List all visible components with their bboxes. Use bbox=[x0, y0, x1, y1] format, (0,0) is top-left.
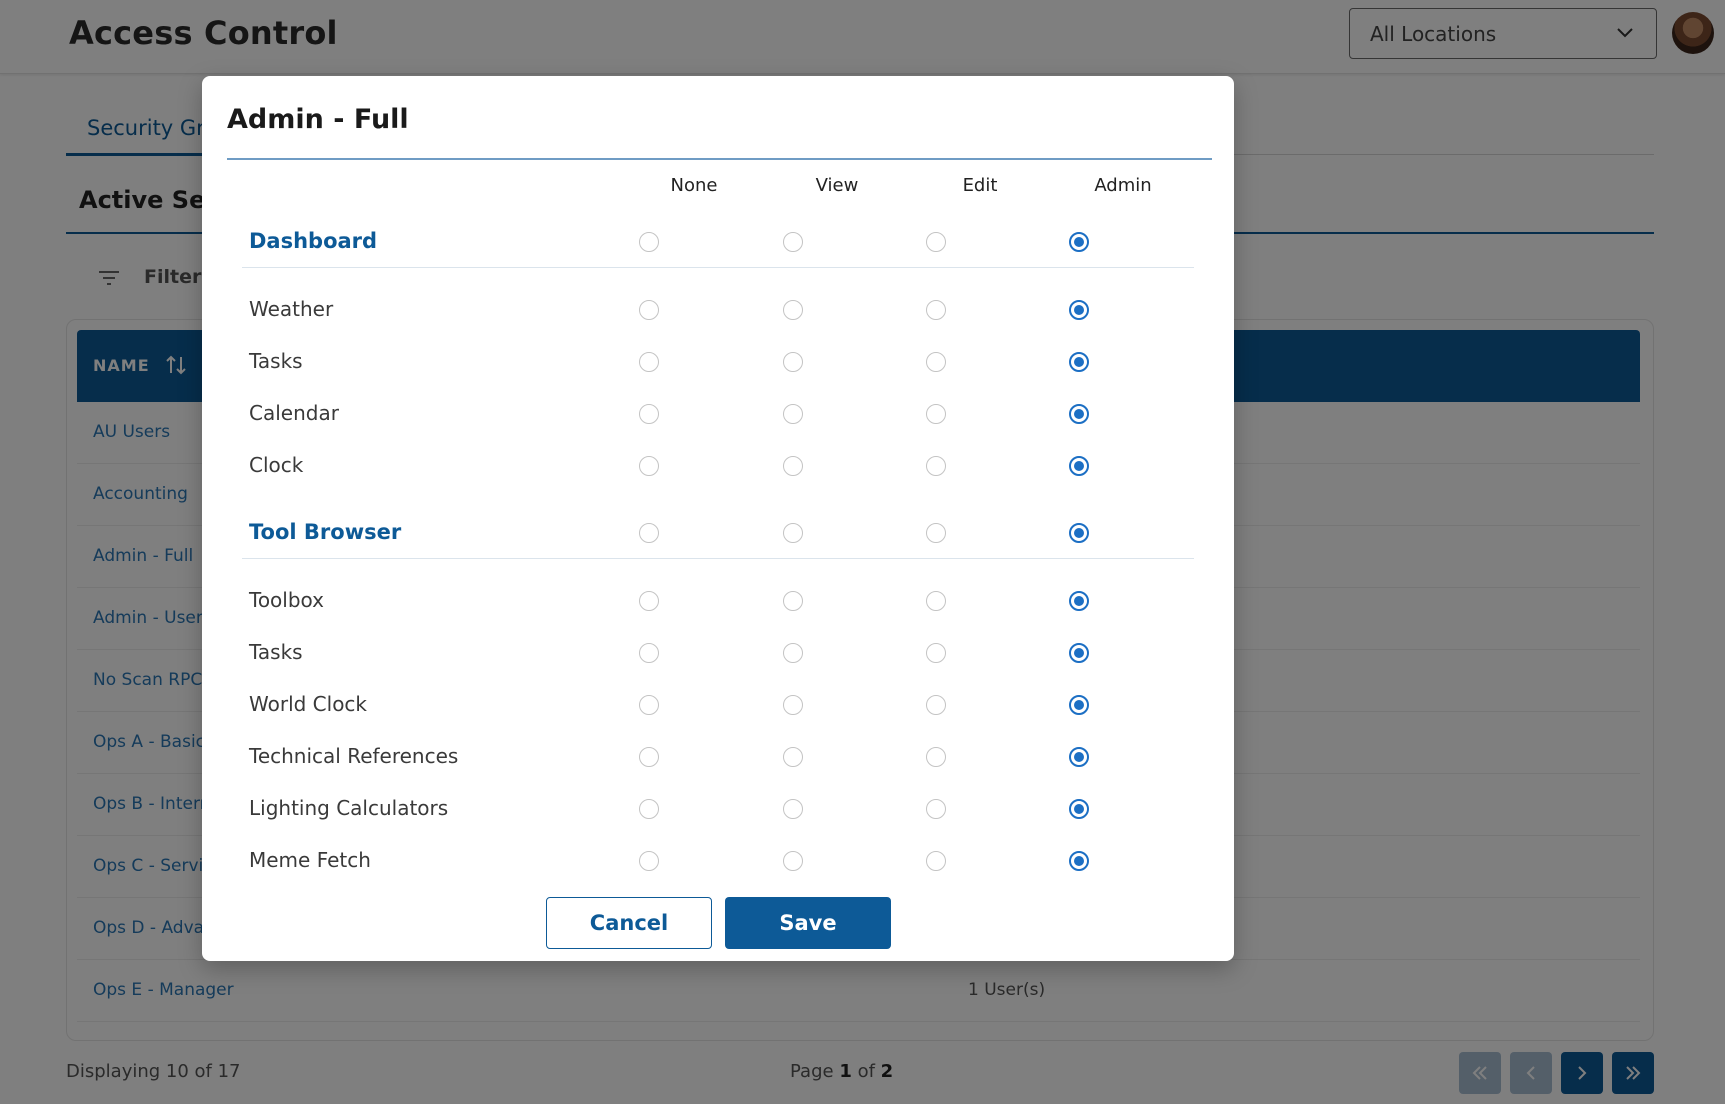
radio-admin[interactable] bbox=[1069, 851, 1089, 871]
radio-view[interactable] bbox=[783, 456, 803, 476]
radio-edit[interactable] bbox=[926, 456, 946, 476]
radio-view[interactable] bbox=[783, 851, 803, 871]
radio-none[interactable] bbox=[639, 591, 659, 611]
radio-view[interactable] bbox=[783, 591, 803, 611]
column-header-view: View bbox=[815, 175, 859, 196]
radio-view[interactable] bbox=[783, 747, 803, 767]
permission-label: Tasks bbox=[249, 349, 303, 373]
radio-edit[interactable] bbox=[926, 591, 946, 611]
radio-admin[interactable] bbox=[1069, 523, 1089, 543]
permission-label: Lighting Calculators bbox=[249, 796, 449, 820]
radio-none[interactable] bbox=[639, 404, 659, 424]
permission-group-label: Tool Browser bbox=[249, 520, 402, 544]
radio-none[interactable] bbox=[639, 643, 659, 663]
permission-label: Tasks bbox=[249, 640, 303, 664]
radio-admin[interactable] bbox=[1069, 695, 1089, 715]
permission-label: Technical References bbox=[249, 744, 459, 768]
modal-title-divider bbox=[227, 158, 1212, 160]
radio-none[interactable] bbox=[639, 232, 659, 252]
radio-view[interactable] bbox=[783, 695, 803, 715]
radio-admin[interactable] bbox=[1069, 456, 1089, 476]
radio-admin[interactable] bbox=[1069, 300, 1089, 320]
radio-edit[interactable] bbox=[926, 851, 946, 871]
column-header-none: None bbox=[670, 175, 718, 196]
radio-admin[interactable] bbox=[1069, 404, 1089, 424]
permissions-list: Dashboard Weather Tasks Calendar Clock Tool B… bbox=[202, 196, 1234, 966]
permission-row: Tasks bbox=[242, 627, 1194, 679]
radio-none[interactable] bbox=[639, 695, 659, 715]
radio-view[interactable] bbox=[783, 404, 803, 424]
radio-view[interactable] bbox=[783, 799, 803, 819]
permission-label: Weather bbox=[249, 297, 334, 321]
permission-row: Tasks bbox=[242, 336, 1194, 388]
radio-admin[interactable] bbox=[1069, 352, 1089, 372]
radio-view[interactable] bbox=[783, 643, 803, 663]
permission-row: Lighting Calculators bbox=[242, 783, 1194, 835]
radio-edit[interactable] bbox=[926, 643, 946, 663]
column-header-edit: Edit bbox=[962, 175, 998, 196]
permission-group-row: Tool Browser bbox=[242, 507, 1194, 559]
radio-edit[interactable] bbox=[926, 300, 946, 320]
permission-row: Meme Fetch bbox=[242, 835, 1194, 887]
radio-edit[interactable] bbox=[926, 352, 946, 372]
permission-row: Weather bbox=[242, 284, 1194, 336]
save-button[interactable]: Save bbox=[725, 897, 891, 949]
permission-label: World Clock bbox=[249, 692, 368, 716]
radio-none[interactable] bbox=[639, 300, 659, 320]
radio-admin[interactable] bbox=[1069, 591, 1089, 611]
permission-group-label: Dashboard bbox=[249, 229, 378, 253]
permission-label: Calendar bbox=[249, 401, 339, 425]
radio-admin[interactable] bbox=[1069, 799, 1089, 819]
permission-row: World Clock bbox=[242, 679, 1194, 731]
radio-view[interactable] bbox=[783, 352, 803, 372]
radio-view[interactable] bbox=[783, 300, 803, 320]
permission-row: Technical References bbox=[242, 731, 1194, 783]
permission-group-row: Dashboard bbox=[242, 216, 1194, 268]
permission-row: Calendar bbox=[242, 388, 1194, 440]
radio-view[interactable] bbox=[783, 232, 803, 252]
permission-label: Meme Fetch bbox=[249, 848, 371, 872]
radio-admin[interactable] bbox=[1069, 232, 1089, 252]
column-header-admin: Admin bbox=[1094, 175, 1152, 196]
radio-edit[interactable] bbox=[926, 799, 946, 819]
radio-none[interactable] bbox=[639, 523, 659, 543]
permissions-modal: Admin - Full None View Edit Admin Dashbo… bbox=[202, 76, 1234, 961]
radio-edit[interactable] bbox=[926, 404, 946, 424]
radio-none[interactable] bbox=[639, 799, 659, 819]
radio-admin[interactable] bbox=[1069, 643, 1089, 663]
radio-none[interactable] bbox=[639, 352, 659, 372]
radio-view[interactable] bbox=[783, 523, 803, 543]
permission-label: Clock bbox=[249, 453, 304, 477]
modal-title: Admin - Full bbox=[227, 104, 409, 135]
radio-admin[interactable] bbox=[1069, 747, 1089, 767]
radio-none[interactable] bbox=[639, 456, 659, 476]
cancel-button[interactable]: Cancel bbox=[546, 897, 712, 949]
radio-none[interactable] bbox=[639, 851, 659, 871]
permission-row: Toolbox bbox=[242, 575, 1194, 627]
radio-edit[interactable] bbox=[926, 747, 946, 767]
radio-edit[interactable] bbox=[926, 523, 946, 543]
permission-label: Toolbox bbox=[249, 588, 324, 612]
radio-none[interactable] bbox=[639, 747, 659, 767]
permission-row: Clock bbox=[242, 440, 1194, 492]
radio-edit[interactable] bbox=[926, 695, 946, 715]
radio-edit[interactable] bbox=[926, 232, 946, 252]
